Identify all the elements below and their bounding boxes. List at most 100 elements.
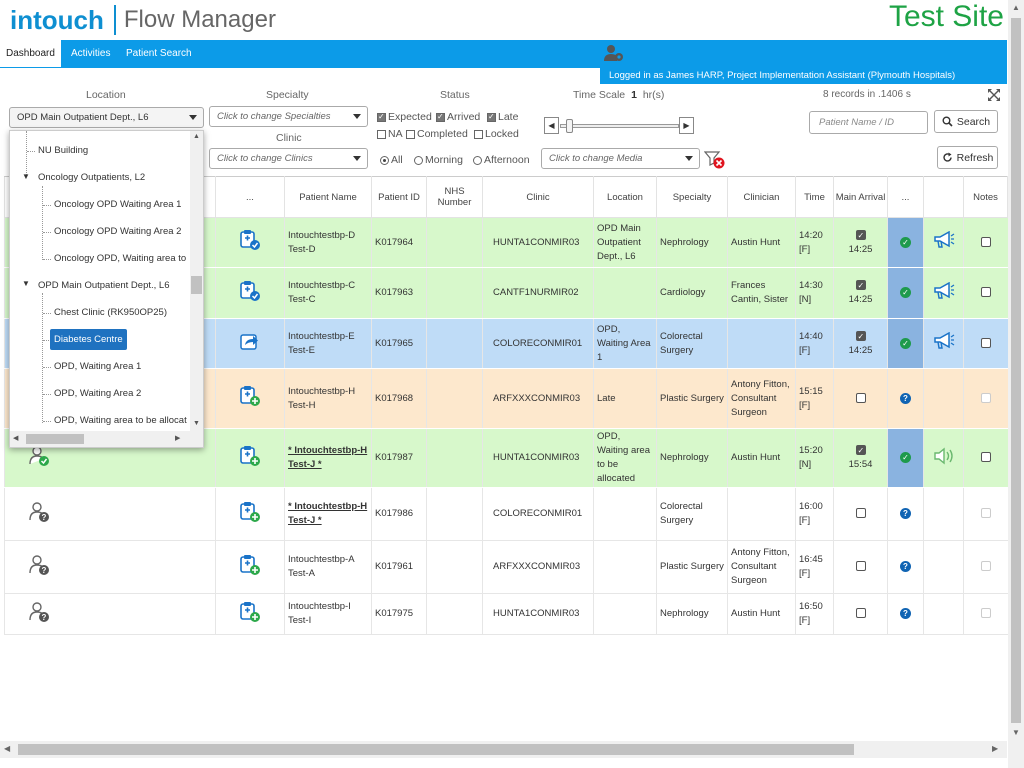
clear-filter-icon[interactable] xyxy=(704,150,726,170)
checkbox[interactable] xyxy=(406,129,415,139)
checkbox[interactable] xyxy=(377,129,386,139)
header-time[interactable]: Time xyxy=(795,176,834,218)
status-expected[interactable]: Expected xyxy=(377,111,432,123)
header-status[interactable]: ... xyxy=(887,176,924,218)
patient-name-cell[interactable]: Intouchtestbp-I Test-I xyxy=(284,593,372,635)
header-nhs-number[interactable]: NHS Number xyxy=(426,176,483,218)
dropdown-item[interactable]: Chest Clinic (RK950OP25) xyxy=(54,307,167,318)
call-patient-icon[interactable] xyxy=(933,230,955,252)
refresh-button[interactable]: Refresh xyxy=(937,146,998,169)
scroll-down-arrow[interactable]: ▼ xyxy=(1012,728,1020,737)
patient-name[interactable]: Intouchtestbp-D Test-D xyxy=(288,230,355,255)
patient-name-cell[interactable]: Intouchtestbp-E Test-E xyxy=(284,318,372,369)
scroll-up-arrow[interactable]: ▲ xyxy=(193,133,200,140)
add-clipboard-icon[interactable] xyxy=(239,554,261,579)
scrollbar-thumb[interactable] xyxy=(26,434,84,444)
radio[interactable] xyxy=(414,155,423,165)
arrival-checkbox[interactable] xyxy=(855,392,866,403)
scrollbar-thumb[interactable] xyxy=(191,276,202,294)
tab-patient-search[interactable]: Patient Search xyxy=(120,40,198,67)
scroll-left-arrow[interactable]: ◀ xyxy=(13,434,18,442)
status-unknown-icon[interactable]: ? xyxy=(900,561,911,572)
patient-name[interactable]: Intouchtestbp-I Test-I xyxy=(288,601,351,626)
table-row[interactable]: ? Intouchtestbp-A Test-A K017961 ARFXXXCONM… xyxy=(4,540,1008,594)
status-unknown-icon[interactable]: ? xyxy=(900,392,911,404)
speaker-icon[interactable] xyxy=(933,447,955,468)
status-locked[interactable]: Locked xyxy=(474,128,519,140)
dropdown-item[interactable]: OPD, Waiting area to be allocat xyxy=(54,415,188,426)
header-location[interactable]: Location xyxy=(593,176,657,218)
checkbox[interactable] xyxy=(474,129,483,139)
status-ok-icon[interactable]: ✓ xyxy=(900,452,911,463)
transfer-icon[interactable] xyxy=(239,334,261,355)
dropdown-horizontal-scrollbar[interactable]: ◀ ▶ xyxy=(10,431,203,447)
patient-name[interactable]: * Intouchtestbp-H Test-J * xyxy=(288,501,367,526)
scroll-right-arrow[interactable]: ▶ xyxy=(992,744,998,753)
patient-name[interactable]: Intouchtestbp-C Test-C xyxy=(288,280,355,305)
slider-left-arrow[interactable]: ◀ xyxy=(544,117,559,134)
collapse-arrow-icon[interactable]: ▼ xyxy=(22,172,30,181)
dropdown-item[interactable]: OPD, Waiting Area 1 xyxy=(54,361,141,372)
media-select[interactable]: Click to change Media xyxy=(541,148,700,169)
tab-activities[interactable]: Activities xyxy=(65,40,116,67)
radio-selected[interactable] xyxy=(380,155,389,165)
user-settings-icon[interactable] xyxy=(603,44,625,62)
checked-in-clipboard-icon[interactable] xyxy=(239,230,261,254)
arrival-checkbox[interactable] xyxy=(855,561,866,572)
patient-name-cell[interactable]: Intouchtestbp-C Test-C xyxy=(284,267,372,319)
header-clinician[interactable]: Clinician xyxy=(727,176,796,218)
arrival-checkbox[interactable] xyxy=(855,508,866,519)
status-late[interactable]: Late xyxy=(487,111,518,123)
scrollbar-thumb[interactable] xyxy=(1011,18,1021,723)
slider-handle[interactable] xyxy=(566,119,573,133)
radio[interactable] xyxy=(473,155,482,165)
arrival-checkbox[interactable] xyxy=(855,279,866,293)
scrollbar-thumb[interactable] xyxy=(18,744,854,755)
notes-checkbox[interactable] xyxy=(980,287,991,298)
dropdown-item[interactable]: NU Building xyxy=(38,145,88,156)
dropdown-item[interactable]: Oncology OPD Waiting Area 1 xyxy=(54,199,181,210)
status-unknown-icon[interactable]: ? xyxy=(900,508,911,519)
status-unknown-icon[interactable]: ? xyxy=(900,608,911,619)
dropdown-item-selected[interactable]: Diabetes Centre xyxy=(50,329,127,350)
page-horizontal-scrollbar[interactable]: ◀ ▶ xyxy=(0,741,1007,758)
period-all[interactable]: All xyxy=(380,154,403,166)
search-button[interactable]: Search xyxy=(934,110,998,133)
patient-name[interactable]: * Intouchtestbp-H Test-J * xyxy=(288,445,367,470)
checkbox-checked[interactable] xyxy=(377,112,386,122)
patient-name-cell[interactable]: Intouchtestbp-D Test-D xyxy=(284,217,372,268)
add-clipboard-icon[interactable] xyxy=(239,601,261,626)
page-vertical-scrollbar[interactable]: ▲ ▼ xyxy=(1008,0,1024,768)
header-notes[interactable]: Notes xyxy=(963,176,1008,218)
notes-checkbox[interactable] xyxy=(980,337,991,348)
status-completed[interactable]: Completed xyxy=(406,128,468,140)
add-clipboard-icon[interactable] xyxy=(239,501,261,526)
slider-right-arrow[interactable]: ▶ xyxy=(679,117,694,134)
dropdown-item[interactable]: Oncology OPD Waiting Area 2 xyxy=(54,226,181,237)
status-ok-icon[interactable]: ✓ xyxy=(900,287,911,298)
collapse-arrow-icon[interactable]: ▼ xyxy=(22,279,30,288)
scroll-left-arrow[interactable]: ◀ xyxy=(4,744,10,753)
arrival-checkbox[interactable] xyxy=(855,330,866,344)
arrival-checkbox[interactable] xyxy=(855,444,866,458)
header-specialty[interactable]: Specialty xyxy=(656,176,728,218)
status-ok-icon[interactable]: ✓ xyxy=(900,236,911,248)
timescale-slider[interactable]: ◀ ▶ xyxy=(544,117,695,135)
table-row[interactable]: ? Intouchtestbp-I Test-I K017975 HUNTA1CONM… xyxy=(4,593,1008,635)
header-actions[interactable]: ... xyxy=(215,176,285,218)
dropdown-item[interactable]: Oncology Outpatients, L2 xyxy=(38,172,145,183)
patient-name-cell[interactable]: Intouchtestbp-A Test-A xyxy=(284,540,372,594)
dropdown-item[interactable]: Oncology OPD, Waiting area to xyxy=(54,253,186,264)
status-ok-icon[interactable]: ✓ xyxy=(900,337,911,349)
specialty-select[interactable]: Click to change Specialties xyxy=(209,106,368,127)
tab-dashboard[interactable]: Dashboard xyxy=(0,40,61,67)
dropdown-item[interactable]: OPD Main Outpatient Dept., L6 xyxy=(38,280,169,291)
arrival-checkbox[interactable] xyxy=(855,608,866,619)
patient-name[interactable]: Intouchtestbp-H Test-H xyxy=(288,386,355,411)
header-patient-id[interactable]: Patient ID xyxy=(371,176,427,218)
clinic-select[interactable]: Click to change Clinics xyxy=(209,148,368,169)
checkbox-checked[interactable] xyxy=(436,112,445,122)
notes-checkbox[interactable] xyxy=(980,236,991,247)
status-na[interactable]: NA xyxy=(377,128,403,140)
fullscreen-icon[interactable] xyxy=(987,88,1001,102)
